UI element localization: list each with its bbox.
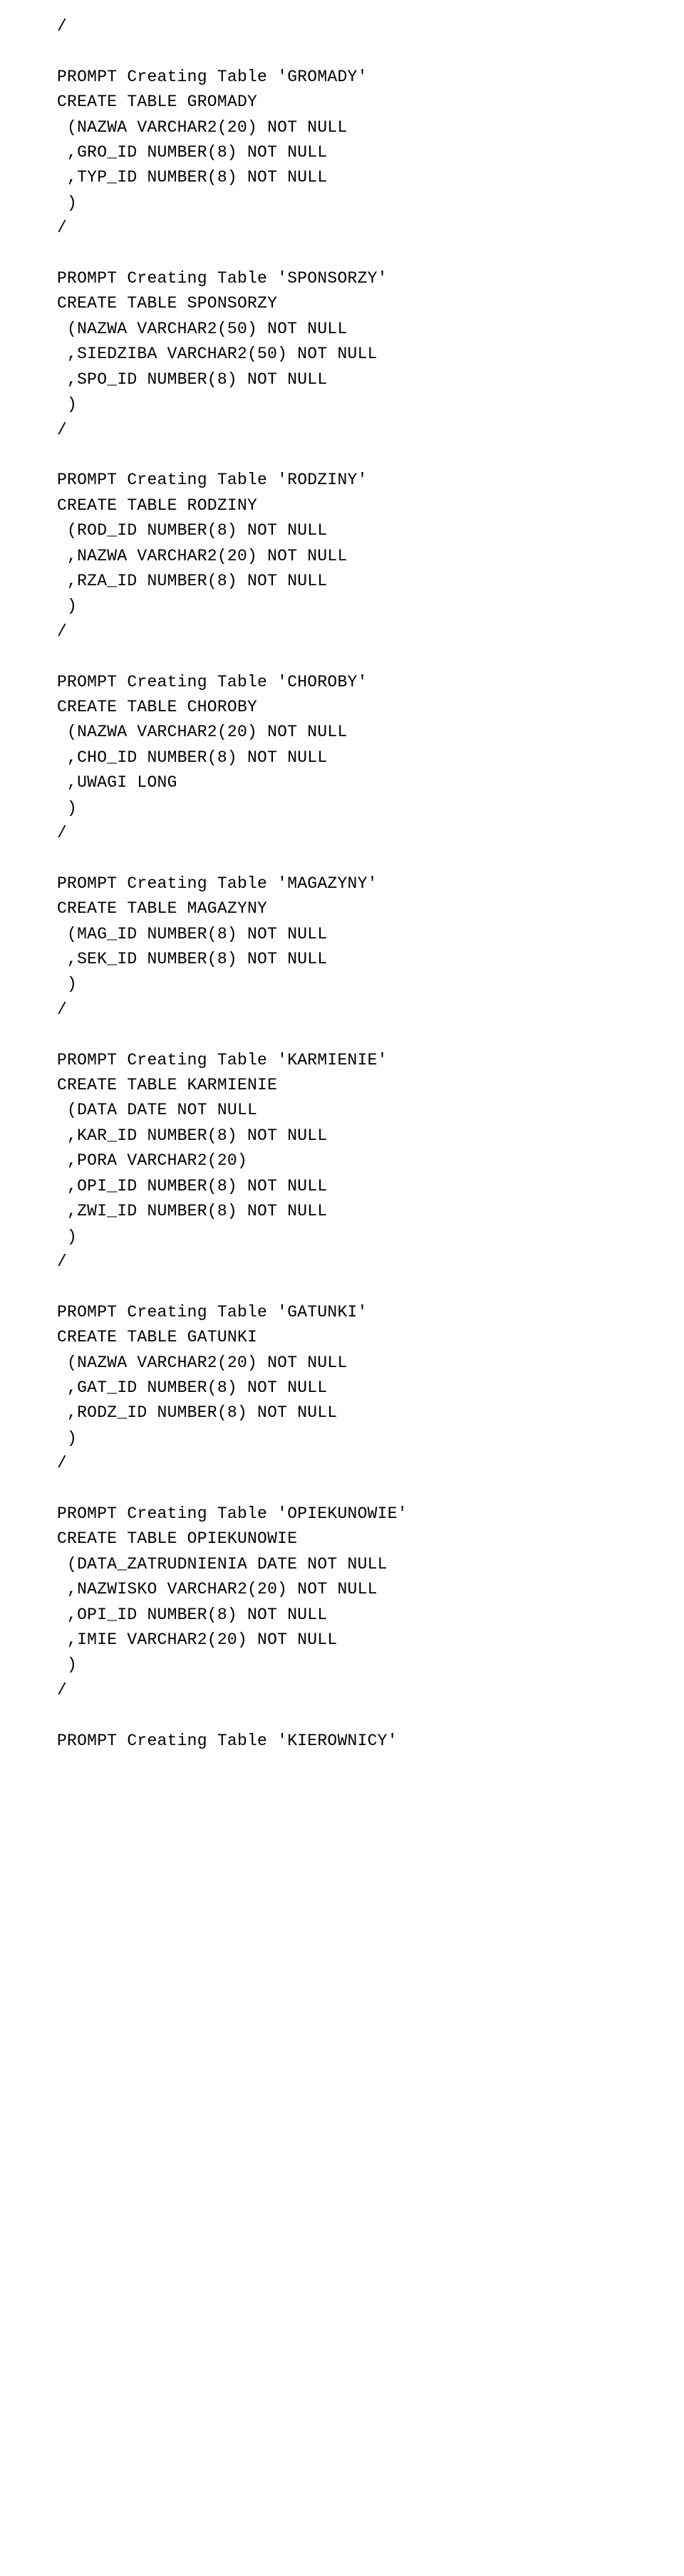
sql-script-text: / PROMPT Creating Table 'GROMADY' CREATE…: [57, 14, 641, 1754]
